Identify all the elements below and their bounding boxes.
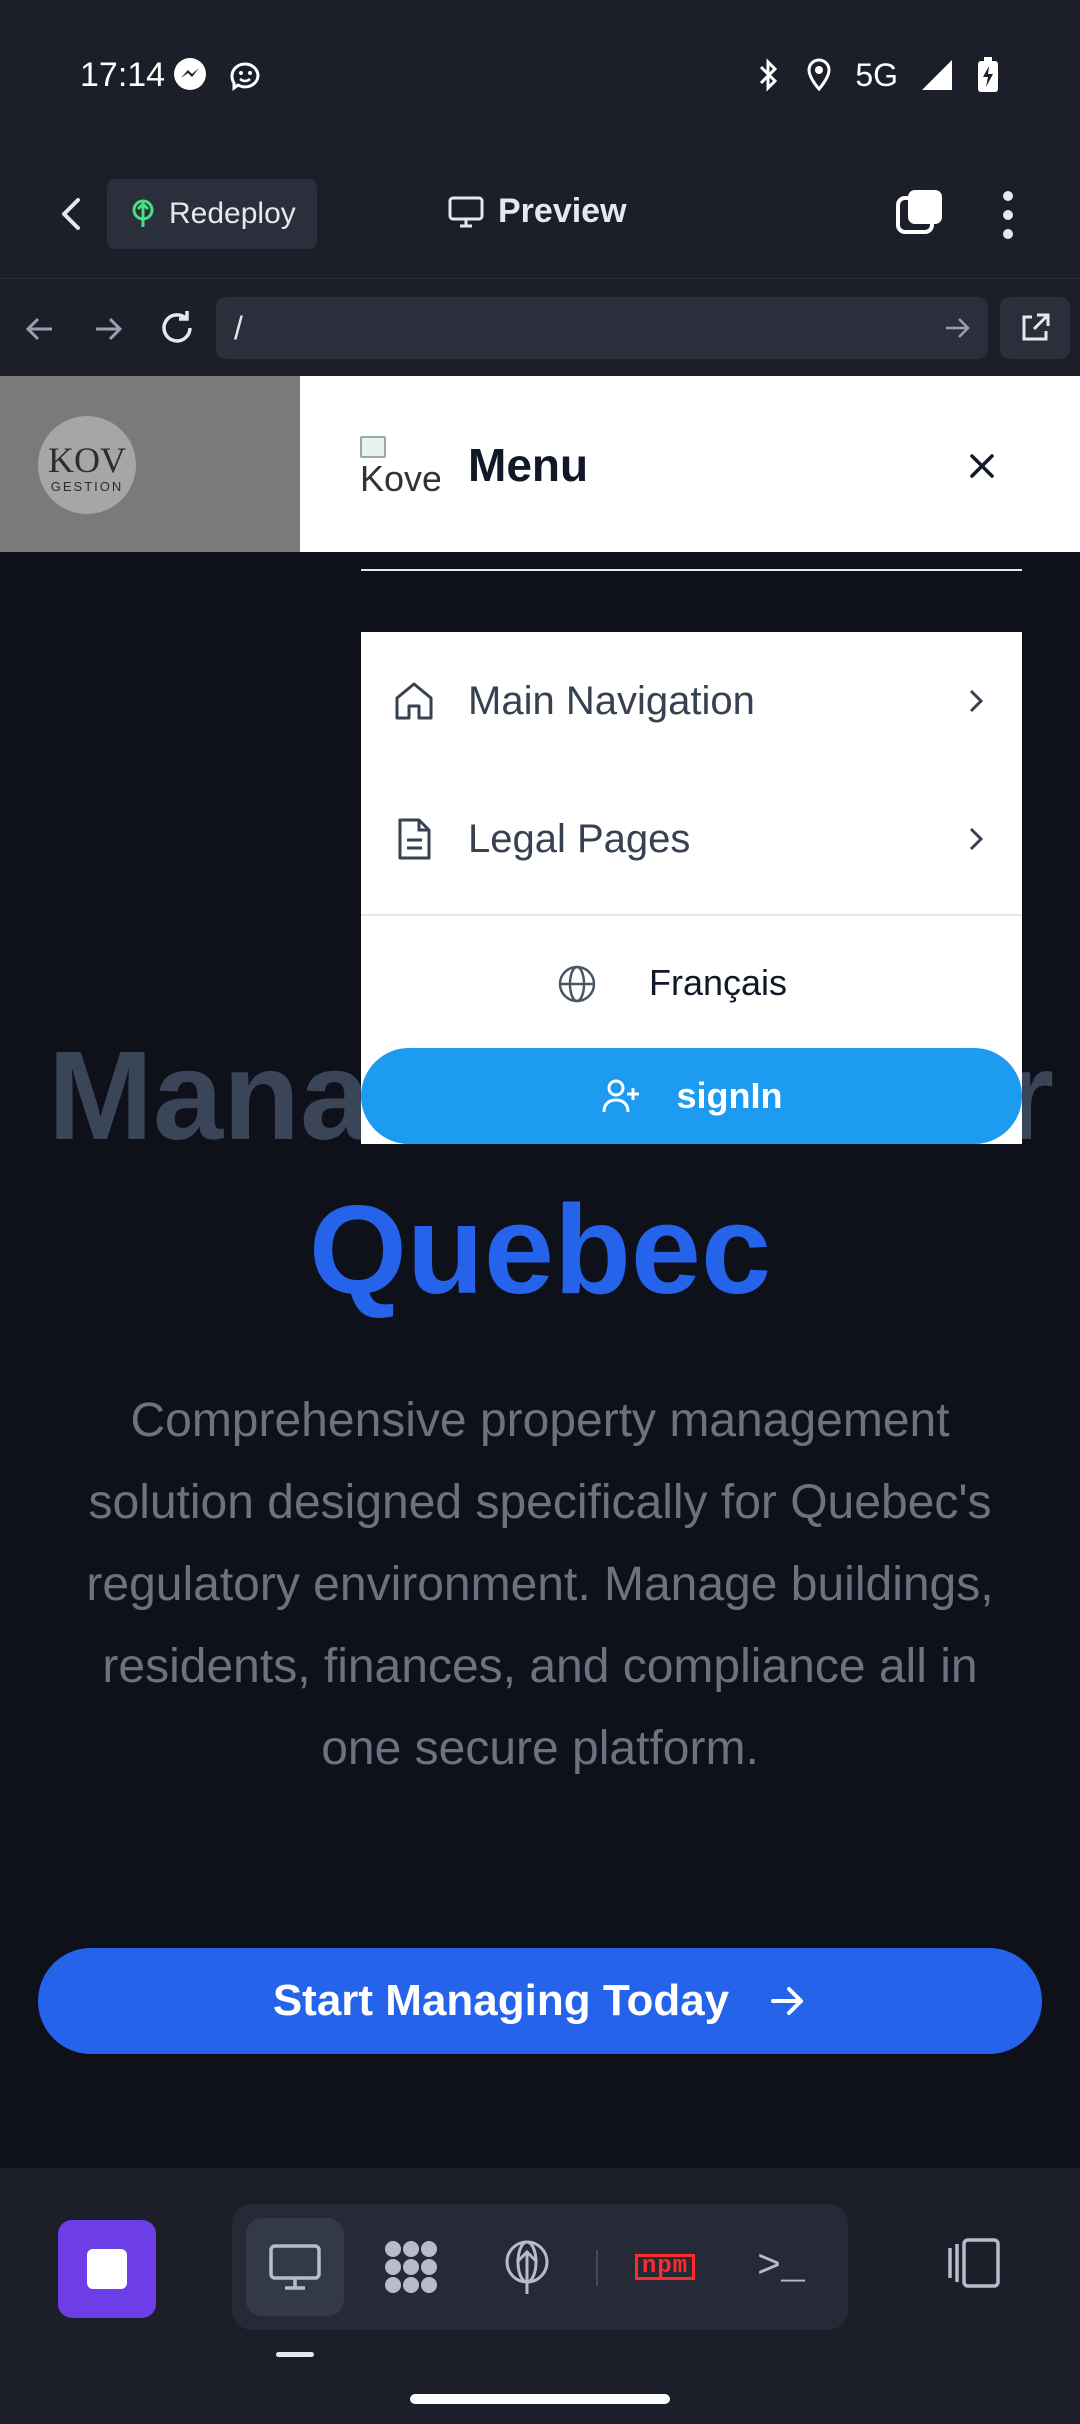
signal-icon [922, 60, 952, 90]
system-status: 5G [755, 56, 1000, 94]
bluetooth-icon [760, 58, 778, 92]
messenger-icon [174, 58, 206, 90]
menu-title: Menu [468, 439, 589, 491]
stop-icon [87, 2249, 127, 2289]
npm-tool-button[interactable]: npm [616, 2218, 714, 2316]
signin-label: signIn [676, 1075, 783, 1116]
deploy-globe-icon [505, 2240, 549, 2294]
language-switcher[interactable]: Français [361, 918, 1022, 1048]
nav-forward-icon[interactable] [88, 309, 128, 349]
hero-description: Comprehensive property management soluti… [86, 1394, 994, 1775]
open-external-button[interactable] [1000, 297, 1070, 359]
logo-subtext: GESTION [50, 479, 124, 494]
go-arrow-icon[interactable] [940, 311, 974, 345]
monitor-icon [269, 2244, 321, 2290]
reload-icon[interactable] [156, 307, 198, 349]
url-input[interactable] [216, 297, 988, 359]
menu-header: Kove Menu [300, 376, 1080, 552]
terminal-icon: >_ [756, 2244, 805, 2290]
signin-button[interactable]: signIn [361, 1048, 1022, 1144]
user-plus-icon [602, 1079, 639, 1113]
bottom-toolbar: npm >_ [0, 2168, 1080, 2424]
back-arrow-icon[interactable] [48, 190, 96, 238]
menu-item-main-navigation[interactable]: Main Navigation [361, 632, 1022, 770]
globe-icon [558, 965, 596, 1003]
home-icon [395, 682, 433, 720]
document-icon [398, 818, 431, 860]
menu-item-legal-pages[interactable]: Legal Pages [361, 770, 1022, 908]
tabs-icon[interactable] [894, 188, 944, 238]
menu-logo-image: Kove [360, 436, 440, 508]
menu-logo-alt: Kove [360, 458, 440, 499]
preview-tab-title: Preview [448, 192, 627, 231]
monitor-icon [448, 196, 484, 227]
network-type: 5G [855, 56, 898, 93]
battery-charging-icon [978, 57, 998, 92]
cta-label: Start Managing Today [272, 1976, 730, 2025]
logo-text: KOV [48, 440, 126, 480]
stop-button[interactable] [58, 2220, 156, 2318]
notification-icons [172, 56, 264, 94]
redeploy-button[interactable]: Redeploy [107, 179, 317, 249]
chevron-right-icon [969, 827, 984, 851]
close-icon[interactable] [962, 446, 1002, 486]
nav-back-icon[interactable] [20, 309, 60, 349]
site-header-dimmed: KOV GESTION [0, 376, 300, 552]
external-link-icon [1022, 313, 1050, 341]
more-options-icon[interactable] [988, 188, 1028, 242]
app-top-bar: Redeploy Preview [0, 150, 1080, 278]
location-icon [807, 58, 831, 92]
start-managing-button[interactable]: Start Managing Today [38, 1948, 1042, 2054]
grid-dots-icon [385, 2241, 437, 2293]
home-gesture-bar[interactable] [410, 2394, 670, 2404]
status-bar: 17:14 5G [0, 0, 1080, 150]
website-preview: KOV GESTION M P Mana r Quebec Comprehens… [0, 376, 1080, 2168]
active-tab-indicator [276, 2352, 314, 2357]
redeploy-label: Redeploy [169, 197, 296, 230]
hero-line-3-text: Mana [48, 1025, 371, 1166]
deployments-tool-button[interactable] [478, 2218, 576, 2316]
hero-accent: Quebec [308, 1179, 772, 1320]
site-logo[interactable]: KOV GESTION [38, 416, 136, 514]
menu-item-label: Main Navigation [468, 678, 755, 723]
apps-tool-button[interactable] [362, 2218, 460, 2316]
menu-section-divider [361, 914, 1022, 916]
waze-icon [230, 62, 260, 91]
dock-panel-icon[interactable] [944, 2236, 1004, 2290]
status-time: 17:14 [80, 56, 166, 94]
preview-tool-button[interactable] [246, 2218, 344, 2316]
arrow-right-icon [771, 1987, 804, 2015]
preview-label: Preview [498, 192, 627, 230]
shell-tool-button[interactable]: >_ [732, 2218, 830, 2316]
menu-divider-line [361, 569, 1022, 571]
language-label: Français [649, 962, 788, 1003]
browser-url-bar [0, 278, 1080, 376]
tool-separator [596, 2250, 598, 2286]
npm-icon: npm [634, 2254, 696, 2280]
broken-image-icon [360, 436, 386, 458]
menu-item-label: Legal Pages [468, 816, 691, 861]
chevron-right-icon [969, 689, 984, 713]
deploy-icon [132, 199, 154, 227]
tool-group: npm >_ [232, 2204, 848, 2330]
